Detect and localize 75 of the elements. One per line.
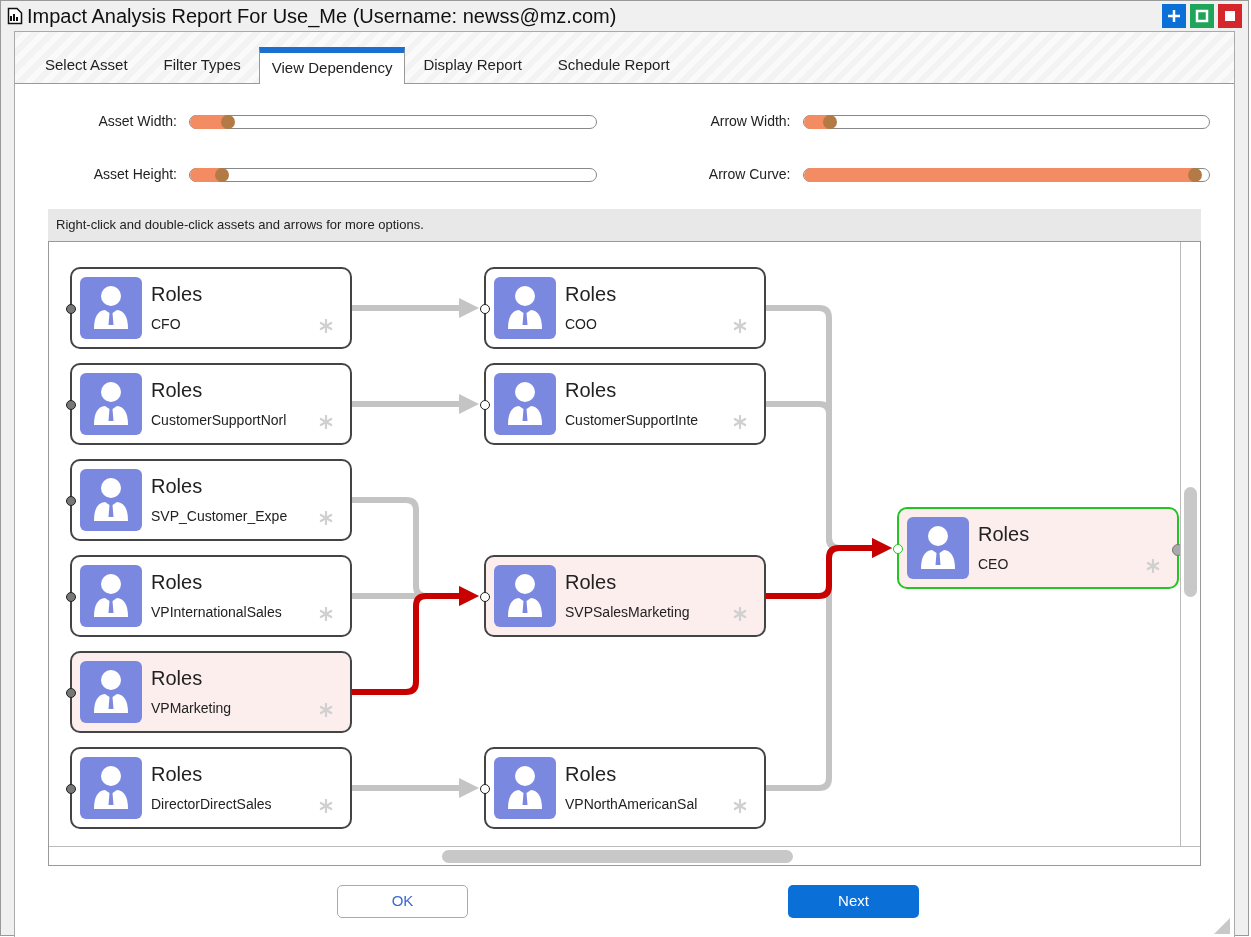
- person-icon: [80, 469, 142, 531]
- slider-thumb[interactable]: [221, 114, 236, 129]
- node-name: CustomerSupportNorl: [151, 411, 287, 429]
- next-button[interactable]: Next: [788, 885, 919, 918]
- node-name: VPMarketing: [151, 699, 232, 717]
- window-title: Impact Analysis Report For Use_Me (Username: newss@mz.com): [27, 4, 617, 30]
- tab[interactable]: Display Report: [411, 47, 534, 83]
- add-button[interactable]: [1162, 4, 1186, 28]
- close-button[interactable]: [1218, 4, 1242, 28]
- person-icon: [494, 373, 556, 435]
- port-icon[interactable]: [480, 400, 490, 410]
- node-type: Roles: [565, 762, 617, 786]
- port-icon[interactable]: [66, 784, 76, 794]
- slider-label: Arrow Curve:: [707, 165, 792, 184]
- port-icon[interactable]: [480, 592, 490, 602]
- port-icon[interactable]: [66, 496, 76, 506]
- plus-icon: [1167, 9, 1181, 23]
- node-type: Roles: [151, 570, 203, 594]
- person-icon: [80, 661, 142, 723]
- tab[interactable]: Schedule Report: [545, 47, 682, 83]
- person-icon: [80, 757, 142, 819]
- scroll-thumb[interactable]: [442, 850, 793, 863]
- node-name: VPNorthAmericanSal: [565, 795, 698, 813]
- tab[interactable]: View Dependency: [258, 47, 406, 84]
- resize-grip-icon[interactable]: [1214, 918, 1230, 934]
- node-type: Roles: [151, 282, 203, 306]
- ok-button[interactable]: OK: [337, 885, 468, 918]
- slider-thumb[interactable]: [215, 167, 230, 182]
- node-name: DirectorDirectSales: [151, 795, 272, 813]
- node-name: SVP_Customer_Expe: [151, 507, 288, 525]
- node-type: Roles: [151, 762, 203, 786]
- node-type: Roles: [565, 570, 617, 594]
- person-icon: [80, 277, 142, 339]
- slider-track[interactable]: [189, 114, 597, 129]
- square-icon: [1195, 9, 1209, 23]
- tab[interactable]: Select Asset: [33, 47, 140, 83]
- arrow[interactable]: [352, 586, 479, 695]
- node-name: VPInternationalSales: [151, 603, 282, 621]
- arrow[interactable]: [766, 538, 892, 599]
- port-icon[interactable]: [66, 400, 76, 410]
- node-type: Roles: [151, 474, 203, 498]
- slider-track[interactable]: [802, 114, 1210, 129]
- node-type: Roles: [978, 522, 1030, 546]
- slider-track[interactable]: [189, 167, 597, 182]
- slider-label: Asset Width:: [97, 112, 178, 131]
- node-type: Roles: [565, 282, 617, 306]
- node-name: CustomerSupportInte: [565, 411, 699, 429]
- node-type: Roles: [151, 666, 203, 690]
- maximize-button[interactable]: [1190, 4, 1214, 28]
- slider-label: Arrow Width:: [709, 112, 792, 131]
- hint-text: Right-click and double-click assets and arrows for more options.: [56, 216, 424, 235]
- node-name: SVPSalesMarketing: [565, 603, 690, 621]
- person-icon: [494, 565, 556, 627]
- node-name: COO: [565, 315, 597, 333]
- node-name: CEO: [978, 555, 1009, 573]
- slider-label: Asset Height:: [92, 165, 178, 184]
- person-icon: [494, 757, 556, 819]
- port-icon[interactable]: [66, 304, 76, 314]
- node-type: Roles: [151, 378, 203, 402]
- port-icon[interactable]: [66, 688, 76, 698]
- port-icon[interactable]: [66, 592, 76, 602]
- report-icon: [7, 7, 23, 25]
- person-icon: [80, 373, 142, 435]
- person-icon: [80, 565, 142, 627]
- close-icon: [1225, 11, 1235, 21]
- vertical-scrollbar[interactable]: [1180, 242, 1200, 847]
- scroll-thumb[interactable]: [1184, 487, 1197, 597]
- port-icon[interactable]: [480, 784, 490, 794]
- node-type: Roles: [565, 378, 617, 402]
- tab[interactable]: Filter Types: [151, 47, 253, 83]
- person-icon: [494, 277, 556, 339]
- node-name: CFO: [151, 315, 181, 333]
- person-icon: [907, 517, 969, 579]
- horizontal-scrollbar[interactable]: [49, 846, 1200, 865]
- port-icon[interactable]: [480, 304, 490, 314]
